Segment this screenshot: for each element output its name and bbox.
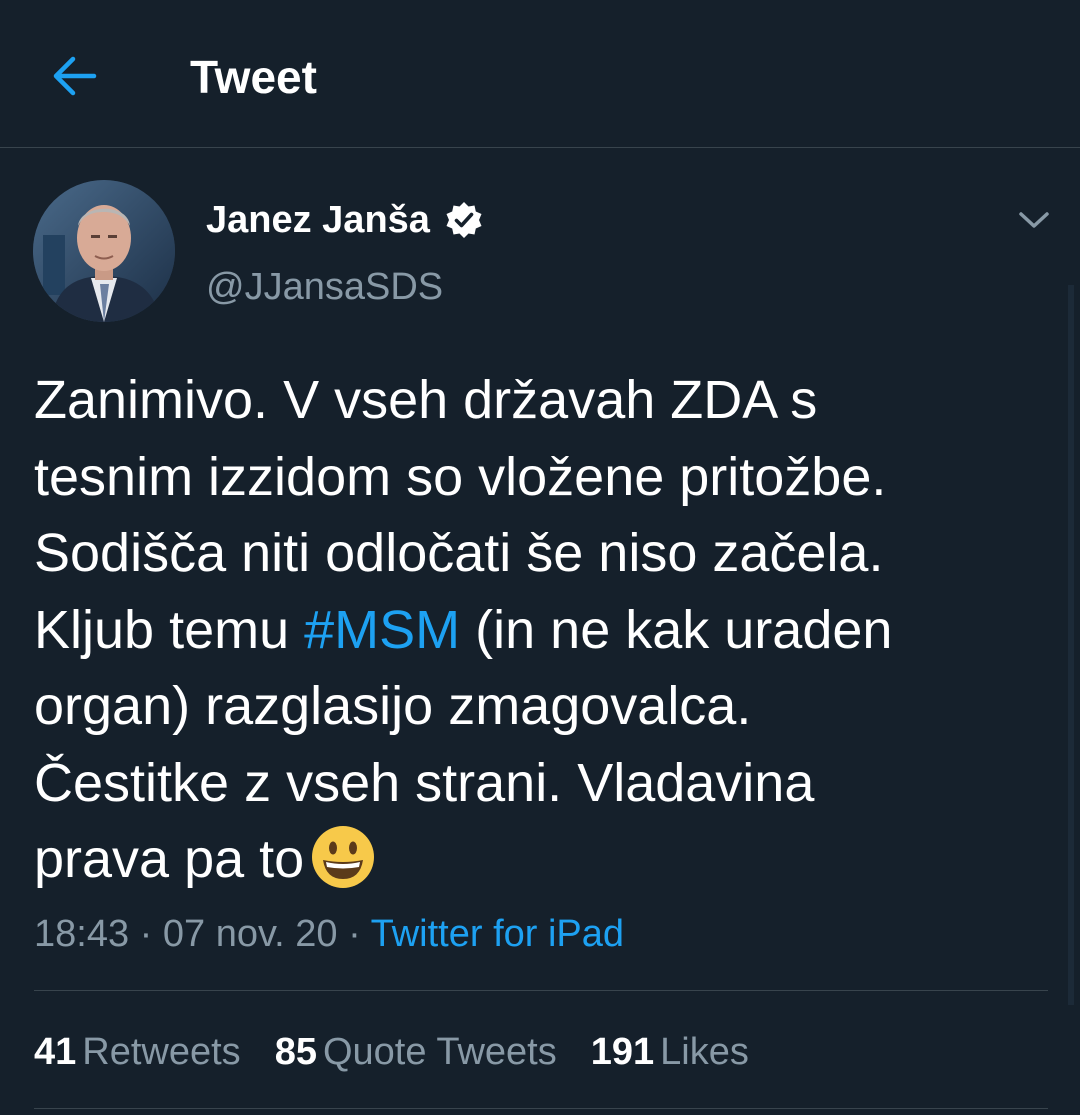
hashtag-link[interactable]: #MSM xyxy=(304,600,460,660)
avatar[interactable] xyxy=(33,180,175,322)
author-name-row[interactable]: Janez Janša xyxy=(206,192,484,248)
tweet-source-link[interactable]: Twitter for iPad xyxy=(371,913,624,955)
tweet-line: organ) razglasijo zmagovalca. xyxy=(34,676,752,736)
likes-label: Likes xyxy=(660,1031,749,1073)
verified-badge-icon xyxy=(444,200,484,240)
divider xyxy=(34,1108,1048,1109)
quote-tweets-stat[interactable]: 85 Quote Tweets xyxy=(275,1024,557,1080)
tweet-line: Čestitke z vseh strani. Vladavina xyxy=(34,752,815,813)
tweet-screen: Tweet Janez Janša @JJansaSDS Zanimivo. V… xyxy=(0,0,1080,1115)
retweets-count: 41 xyxy=(34,1031,77,1073)
back-button[interactable] xyxy=(44,48,104,104)
meta-separator: · xyxy=(337,913,371,955)
page-title: Tweet xyxy=(190,51,317,103)
tweet-meta: 18:43 · 07 nov. 20 · Twitter for iPad xyxy=(34,906,624,962)
author-name[interactable]: Janez Janša xyxy=(206,199,430,242)
likes-stat[interactable]: 191 Likes xyxy=(591,1024,749,1080)
divider xyxy=(34,990,1048,991)
chevron-down-icon xyxy=(1019,212,1049,228)
tweet-text-segment: (in ne kak uraden xyxy=(460,599,893,660)
tweet-text-segment: Kljub temu xyxy=(34,599,305,660)
tweet-text: Zanimivo. V vseh državah ZDA s tesnim iz… xyxy=(34,362,1044,898)
tweet-line: Zanimivo. V vseh državah ZDA s xyxy=(34,370,818,430)
quote-tweets-count: 85 xyxy=(274,1031,317,1073)
tweet-text-segment: prava pa to xyxy=(34,829,305,889)
tweet-date: 07 nov. 20 xyxy=(162,913,338,955)
tweet-line: Kljub temu #MSM (in ne kak uraden xyxy=(34,592,1044,669)
retweets-label: Retweets xyxy=(82,1031,241,1073)
tweet-line: Sodišča niti odločati še niso začela. xyxy=(34,523,884,583)
quote-tweets-label: Quote Tweets xyxy=(322,1031,557,1073)
grinning-face-emoji-icon xyxy=(312,825,375,888)
tweet-line: prava pa to xyxy=(34,821,1044,898)
arrow-left-icon xyxy=(53,56,97,96)
tweet-time: 18:43 xyxy=(34,913,130,955)
tweet-menu-button[interactable] xyxy=(1010,198,1058,242)
likes-count: 191 xyxy=(590,1031,655,1073)
retweets-stat[interactable]: 41 Retweets xyxy=(34,1024,241,1080)
header-bar: Tweet xyxy=(0,0,1080,148)
author-handle[interactable]: @JJansaSDS xyxy=(206,262,443,312)
avatar-photo xyxy=(33,180,175,322)
tweet-line: tesnim izzidom so vložene pritožbe. xyxy=(34,446,887,507)
scrollbar[interactable] xyxy=(1068,285,1074,1005)
meta-separator: · xyxy=(129,913,163,955)
tweet-stats: 41 Retweets 85 Quote Tweets 191 Likes xyxy=(34,1024,783,1080)
